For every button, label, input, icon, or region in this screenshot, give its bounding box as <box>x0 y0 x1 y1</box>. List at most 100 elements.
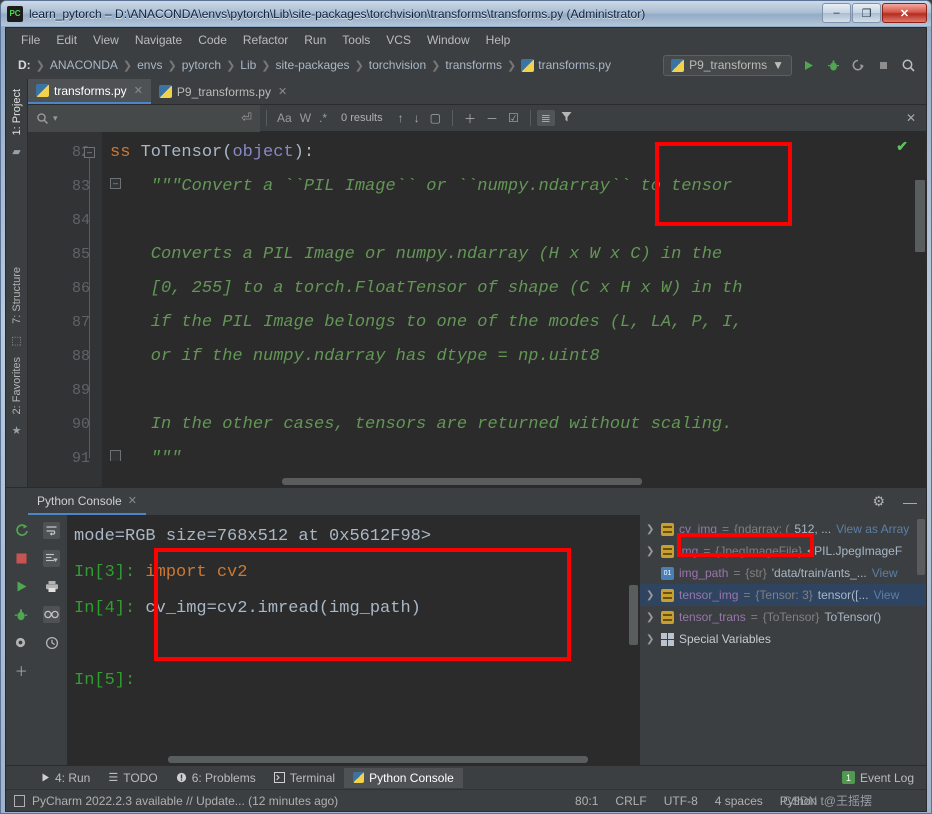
view-link[interactable]: View <box>873 588 899 602</box>
project-folder-icon[interactable]: ▰ <box>12 145 20 158</box>
find-previous-icon[interactable]: ↑ <box>393 111 409 125</box>
console-output[interactable]: mode=RGB size=768x512 at 0x5612F98> In[3… <box>68 515 639 765</box>
stop-icon[interactable] <box>13 550 30 567</box>
variable-row-tensor-trans[interactable]: ❯ tensor_trans = {ToTensor} ToTensor() <box>640 606 926 628</box>
whole-words-toggle[interactable]: W <box>296 111 315 125</box>
scrollbar-thumb[interactable] <box>915 180 925 252</box>
close-find-icon[interactable]: ✕ <box>901 111 926 125</box>
console-vertical-scrollbar[interactable] <box>629 585 638 645</box>
debug-icon[interactable] <box>825 57 841 73</box>
tool-button-todo[interactable]: ☰ TODO <box>99 768 166 788</box>
status-message[interactable]: PyCharm 2022.2.3 available // Update... … <box>32 794 338 808</box>
variables-vertical-scrollbar[interactable] <box>917 519 925 575</box>
debug-icon[interactable] <box>13 606 30 623</box>
line-separator[interactable]: CRLF <box>610 794 651 808</box>
maximize-button[interactable]: ❐ <box>852 3 881 23</box>
file-encoding[interactable]: UTF-8 <box>659 794 703 808</box>
tool-button-python-console[interactable]: Python Console <box>344 767 463 788</box>
gear-icon[interactable]: ⚙ <box>863 493 894 510</box>
expand-arrow-icon[interactable]: ❯ <box>646 634 656 645</box>
menu-item-help[interactable]: Help <box>479 31 518 49</box>
expand-arrow-icon[interactable]: ❯ <box>646 590 656 601</box>
menu-item-code[interactable]: Code <box>191 31 234 49</box>
variable-row-tensor-img[interactable]: ❯ tensor_img = {Tensor: 3} tensor([... V… <box>640 584 926 606</box>
add-icon[interactable]: ＋ <box>13 662 30 679</box>
menu-item-tools[interactable]: Tools <box>335 31 377 49</box>
close-icon[interactable]: ✕ <box>128 494 137 507</box>
fold-marker-docstring[interactable]: – <box>110 178 121 189</box>
match-case-toggle[interactable]: Aa <box>273 111 296 125</box>
run-with-coverage-icon[interactable] <box>850 57 866 73</box>
find-next-icon[interactable]: ↓ <box>409 111 425 125</box>
update-icon[interactable] <box>14 794 25 807</box>
sidebar-item-structure[interactable]: 7: Structure <box>9 261 25 330</box>
breadcrumb-item-envs[interactable]: envs <box>133 57 166 73</box>
variables-panel[interactable]: ❯ cv_img = {ndarray: ( 512, ... View as … <box>639 515 926 765</box>
tool-button-terminal[interactable]: Terminal <box>265 768 344 788</box>
variable-row-cv-img[interactable]: ❯ cv_img = {ndarray: ( 512, ... View as … <box>640 518 926 540</box>
menu-item-refactor[interactable]: Refactor <box>236 31 295 49</box>
tab-transforms-py[interactable]: transforms.py ✕ <box>28 79 151 104</box>
print-icon[interactable] <box>43 578 60 595</box>
console-horizontal-scrollbar[interactable] <box>168 756 588 763</box>
breadcrumb-item-drive[interactable]: D: <box>14 57 35 73</box>
menu-item-edit[interactable]: Edit <box>49 31 84 49</box>
close-icon[interactable]: ✕ <box>134 84 143 97</box>
sidebar-item-project[interactable]: 1: Project <box>9 83 25 141</box>
soft-wrap-icon[interactable] <box>43 522 61 539</box>
variable-row-img-path[interactable]: 01 img_path = {str} 'data/train/ants_...… <box>640 562 926 584</box>
code-editor[interactable]: 82 83 84 85 86 87 88 89 90 91 – – ss ToT… <box>28 132 926 487</box>
breadcrumb-item-lib[interactable]: Lib <box>236 57 260 73</box>
rerun-icon[interactable] <box>13 522 30 539</box>
expand-arrow-icon[interactable]: ❯ <box>646 612 656 623</box>
select-all-occurrences-icon[interactable]: ▢ <box>425 111 446 125</box>
chevron-down-icon[interactable]: ▾ <box>53 113 58 124</box>
settings-icon[interactable] <box>13 634 30 651</box>
scroll-to-end-icon[interactable] <box>43 550 61 567</box>
structure-icon[interactable]: ⬚ <box>11 334 21 347</box>
minimize-button[interactable]: – <box>822 3 851 23</box>
view-link[interactable]: View <box>872 566 898 580</box>
menu-item-window[interactable]: Window <box>420 31 477 49</box>
breadcrumb-item-torchvision[interactable]: torchvision <box>365 57 430 73</box>
close-icon[interactable]: ✕ <box>278 85 287 98</box>
breadcrumb-item-anaconda[interactable]: ANACONDA <box>46 57 122 73</box>
filter-icon[interactable] <box>555 110 578 126</box>
menu-item-view[interactable]: View <box>86 31 126 49</box>
tab-p9-transforms-py[interactable]: P9_transforms.py ✕ <box>151 79 295 104</box>
menu-item-run[interactable]: Run <box>297 31 333 49</box>
remove-selection-icon[interactable]: － <box>481 110 503 127</box>
run-icon[interactable] <box>800 57 816 73</box>
expand-arrow-icon[interactable]: ❯ <box>646 546 656 557</box>
expand-arrow-icon[interactable]: ❯ <box>646 524 656 535</box>
editor-vertical-scrollbar[interactable] <box>913 132 926 487</box>
tab-python-console[interactable]: Python Console ✕ <box>28 489 146 515</box>
minimize-icon[interactable]: — <box>894 494 926 510</box>
breadcrumb-item-site-packages[interactable]: site-packages <box>272 57 354 73</box>
breadcrumb-item-pytorch[interactable]: pytorch <box>178 57 225 73</box>
indent-setting[interactable]: 4 spaces <box>710 794 768 808</box>
variable-row-special-variables[interactable]: ❯ Special Variables <box>640 628 926 650</box>
close-button[interactable]: ✕ <box>882 3 927 23</box>
fold-marker-docstring-end[interactable] <box>110 450 121 461</box>
variable-row-img[interactable]: ❯ img = {JpegImageFile} <PIL.JpegImageF <box>640 540 926 562</box>
breadcrumb-item-transforms[interactable]: transforms <box>441 57 506 73</box>
stop-icon[interactable] <box>875 57 891 73</box>
editor-horizontal-scrollbar[interactable] <box>282 478 642 485</box>
sidebar-item-favorites[interactable]: 2: Favorites <box>9 351 25 420</box>
fold-marker-class[interactable]: – <box>84 147 95 158</box>
search-input[interactable]: ▾ ⏎ <box>28 104 260 132</box>
newline-icon[interactable]: ⏎ <box>241 110 260 126</box>
check-selection-icon[interactable]: ☑ <box>503 111 524 125</box>
caret-position[interactable]: 80:1 <box>570 794 603 808</box>
search-everywhere-icon[interactable] <box>900 57 916 73</box>
tool-button-problems[interactable]: 6: Problems <box>167 768 265 788</box>
regex-toggle[interactable]: .* <box>315 111 331 125</box>
star-icon[interactable]: ★ <box>12 424 22 437</box>
add-selection-icon[interactable]: ＋ <box>459 110 481 127</box>
menu-item-file[interactable]: File <box>14 31 47 49</box>
menu-item-vcs[interactable]: VCS <box>379 31 418 49</box>
filter-list-icon[interactable]: ≣ <box>536 110 555 126</box>
run-configuration-selector[interactable]: P9_transforms ▼ <box>663 54 792 76</box>
event-log-button[interactable]: 1 Event Log <box>841 771 926 785</box>
